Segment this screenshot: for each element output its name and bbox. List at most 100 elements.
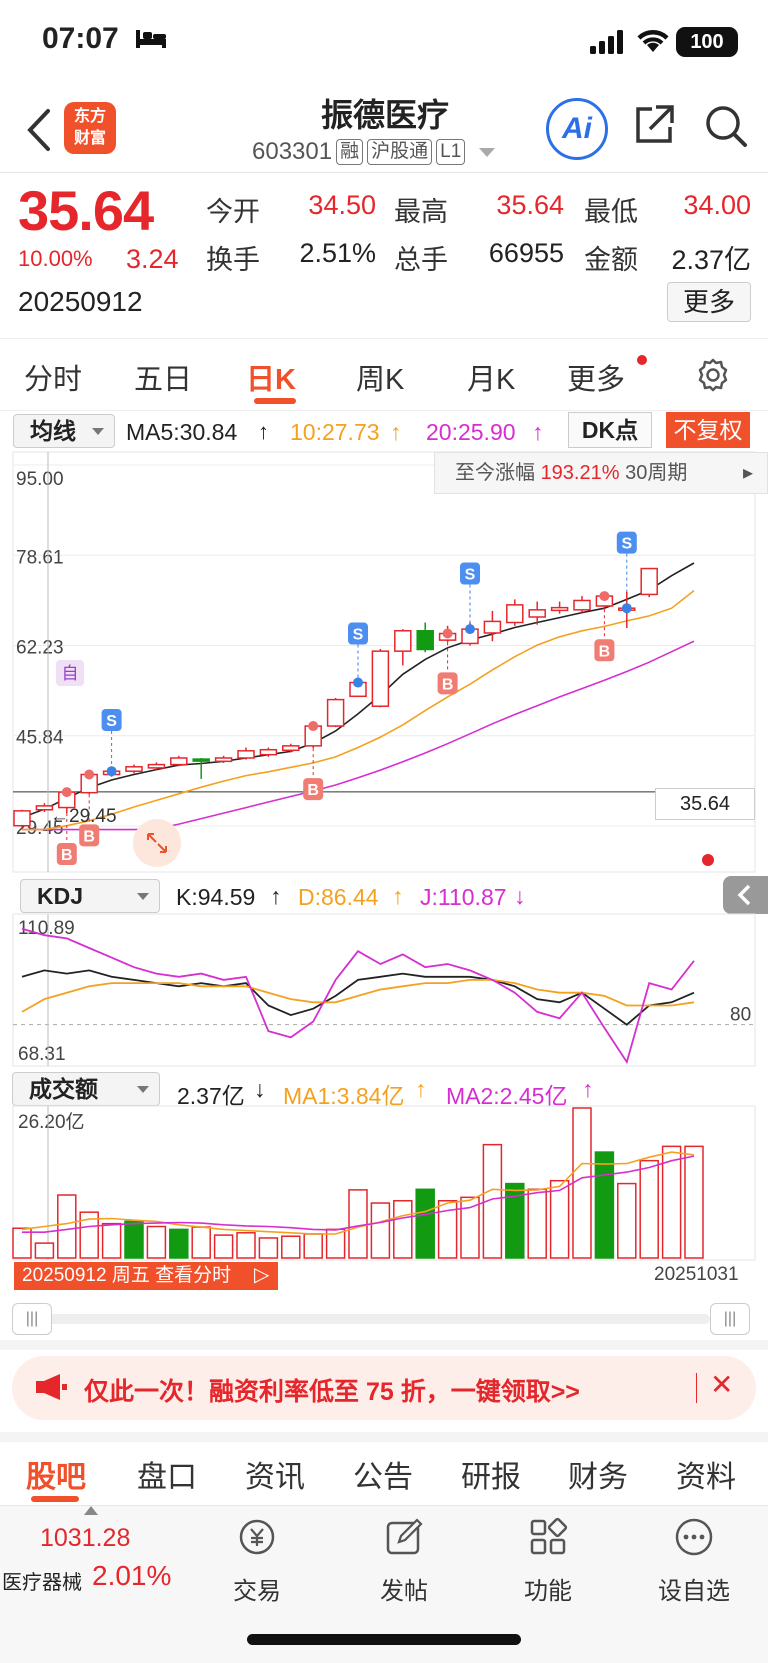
range-slider-right-handle[interactable]: ||| <box>710 1303 750 1335</box>
range-gain-label: 至今涨幅 <box>455 462 535 484</box>
stock-code-row[interactable]: 603301 融 沪股通 L1 <box>252 138 496 166</box>
selected-date-banner[interactable]: 20250912 周五 查看分时 <box>14 1262 278 1290</box>
volume-bar <box>34 1242 55 1259</box>
status-time: 07:07 <box>42 22 119 55</box>
ai-assistant-button[interactable]: Ai <box>546 98 608 160</box>
candle-body <box>394 630 412 652</box>
open-value: 34.50 <box>308 190 376 220</box>
divider <box>0 410 768 411</box>
sector-change-percent[interactable]: 2.01% <box>92 1560 171 1592</box>
min-price-label: ←29.45 <box>50 806 117 827</box>
volume-bar <box>101 1222 122 1259</box>
candle-body <box>528 609 546 618</box>
range-slider-track[interactable] <box>40 1314 710 1324</box>
tag-margin: 融 <box>336 139 364 165</box>
sector-index-value[interactable]: 1031.28 <box>40 1524 130 1553</box>
vol-ma2-arrow: ↑ <box>582 1076 594 1102</box>
volume-bar <box>281 1235 301 1259</box>
tag-level: L1 <box>436 139 466 165</box>
ma5-value: MA5:30.84 <box>126 419 238 445</box>
ma5-arrow: ↑ <box>258 419 269 444</box>
chart-frame <box>12 913 756 1067</box>
indicator-select-ma[interactable]: 均线 <box>13 414 115 448</box>
range-gain-value: 193.21% <box>540 462 620 484</box>
d-value: D:86.44 <box>298 884 379 910</box>
candle-body <box>483 620 502 634</box>
tab-five-day[interactable]: 五日 <box>134 356 192 398</box>
volume-bar <box>639 1159 659 1259</box>
range-slider-left-handle[interactable]: ||| <box>12 1303 52 1335</box>
post-button[interactable]: 发帖 <box>364 1516 444 1606</box>
vol-ma1-arrow: ↑ <box>415 1076 427 1102</box>
sell-point-dot <box>353 677 363 688</box>
sell-mark-label: S <box>465 567 476 584</box>
close-icon[interactable]: ✕ <box>710 1368 733 1401</box>
volume-label: 总手 <box>394 245 448 275</box>
tab-guba[interactable]: 股吧 <box>26 1452 86 1496</box>
kdj-chart[interactable]: 110.8968.3180 <box>0 912 768 1067</box>
tab-intraday[interactable]: 分时 <box>24 356 82 398</box>
search-icon[interactable] <box>704 104 748 148</box>
k-value: K:94.59 <box>176 884 256 910</box>
indicator-select-volume[interactable]: 成交额 <box>12 1072 160 1106</box>
tab-news[interactable]: 资讯 <box>245 1452 305 1496</box>
volume-chart[interactable]: 26.20亿 <box>0 1102 768 1262</box>
kline-chart[interactable]: 95.0078.6162.2345.8429.45BBSBSBSBS自←29.4… <box>0 448 768 873</box>
indicator-select-kdj[interactable]: KDJ <box>20 879 160 913</box>
sector-name[interactable]: 医疗器械 <box>2 1566 82 1595</box>
volume-bar <box>393 1199 413 1259</box>
range-gain-box[interactable]: 至今涨幅 193.21% 30周期 ▸ <box>434 452 768 494</box>
more-quote-button[interactable]: 更多 <box>667 282 751 322</box>
amount-label: 金额 <box>584 245 638 275</box>
candle-body <box>506 604 524 624</box>
tab-daily-k[interactable]: 日K <box>246 356 296 398</box>
function-button[interactable]: 功能 <box>508 1516 588 1606</box>
end-date-label: 20251031 <box>654 1264 739 1285</box>
promo-text[interactable]: 仅此一次！融资利率低至 75 折，一键领取>> <box>84 1372 580 1408</box>
wifi-icon <box>637 30 669 52</box>
dk-point-button[interactable]: DK点 <box>568 412 652 448</box>
tab-announcements[interactable]: 公告 <box>353 1452 413 1496</box>
trade-button[interactable]: 交易 <box>217 1516 297 1606</box>
post-icon <box>386 1518 423 1555</box>
sell-mark-label: S <box>353 627 364 644</box>
volume-bar <box>572 1107 592 1259</box>
chevron-down-icon <box>479 147 496 157</box>
buy-mark-label: B <box>307 782 319 799</box>
volume-bar <box>549 1179 570 1259</box>
range-period: 30周期 <box>625 462 688 484</box>
candle-body <box>13 810 31 827</box>
candle-body <box>371 650 390 707</box>
y-tick-label: 78.61 <box>16 547 64 568</box>
volume-bar <box>527 1188 547 1259</box>
tab-order-book[interactable]: 盘口 <box>137 1452 197 1496</box>
home-indicator <box>247 1634 521 1645</box>
volume-bar <box>57 1194 77 1259</box>
buy-mark-label: B <box>442 676 454 693</box>
tab-more[interactable]: 更多 <box>567 356 625 398</box>
high-value: 35.64 <box>496 190 564 220</box>
gear-icon[interactable] <box>695 357 731 393</box>
j-arrow: ↓ <box>514 883 526 909</box>
low-value: 34.00 <box>683 190 751 220</box>
add-watchlist-button[interactable]: 设自选 <box>654 1516 734 1606</box>
share-icon[interactable] <box>632 103 676 147</box>
current-price: 35.64 <box>18 179 154 242</box>
tab-profile[interactable]: 资料 <box>676 1452 736 1496</box>
tab-weekly-k[interactable]: 周K <box>356 356 404 398</box>
adjustment-button[interactable]: 不复权 <box>666 412 750 448</box>
divider <box>696 1373 697 1403</box>
ma10-value: 10:27.73 <box>290 419 380 445</box>
back-button[interactable] <box>22 105 58 155</box>
signal-icon <box>590 30 623 54</box>
tab-monthly-k[interactable]: 月K <box>467 356 515 398</box>
buy-point-dot <box>61 787 72 798</box>
tag-connect: 沪股通 <box>367 139 433 165</box>
ref-line-label: 80 <box>730 1005 751 1026</box>
buy-mark-label: B <box>61 847 73 864</box>
tab-financials[interactable]: 财务 <box>568 1452 628 1496</box>
buy-point-dot <box>308 721 319 732</box>
collapse-panel-tab[interactable] <box>723 876 768 914</box>
tab-research[interactable]: 研报 <box>461 1452 521 1496</box>
volume-bar <box>617 1182 637 1259</box>
